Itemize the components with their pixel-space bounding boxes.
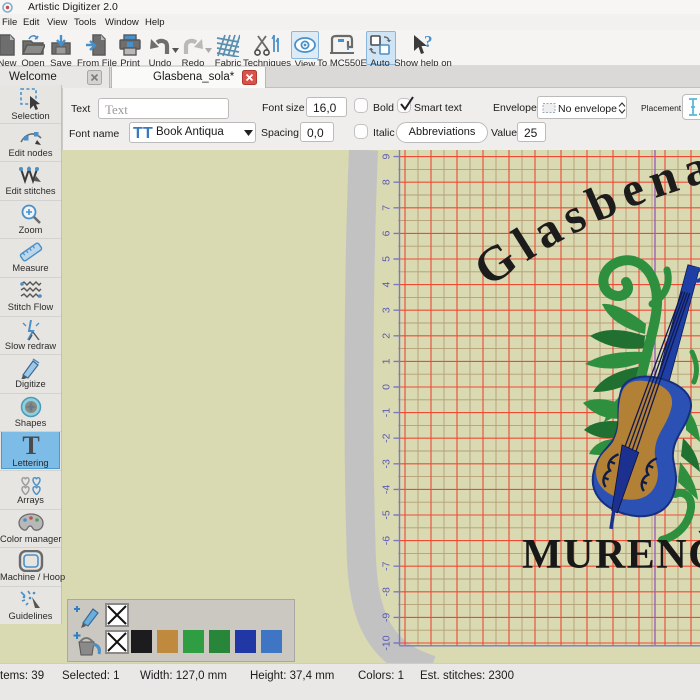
svg-text:-4: -4 xyxy=(381,485,393,494)
svg-text:4: 4 xyxy=(381,282,393,288)
svg-text:5: 5 xyxy=(381,256,393,262)
svg-text:-3: -3 xyxy=(381,459,393,468)
svg-text:T: T xyxy=(143,125,153,141)
svg-text:-7: -7 xyxy=(381,561,393,570)
svg-text:-8: -8 xyxy=(381,587,393,596)
svg-text:T: T xyxy=(22,434,39,458)
svg-text:6: 6 xyxy=(381,230,393,236)
svg-text:T: T xyxy=(133,125,143,141)
svg-text:-6: -6 xyxy=(381,536,393,545)
svg-text:-1: -1 xyxy=(381,408,393,417)
svg-text:-2: -2 xyxy=(381,433,393,442)
svg-text:3: 3 xyxy=(381,307,393,313)
svg-text:2: 2 xyxy=(381,333,393,339)
svg-text:-9: -9 xyxy=(381,613,393,622)
svg-text:9: 9 xyxy=(381,154,393,160)
svg-text:7: 7 xyxy=(381,205,393,211)
svg-text:?: ? xyxy=(424,33,433,51)
svg-text:-5: -5 xyxy=(381,510,393,519)
svg-text:MURENČKI: MURENČKI xyxy=(522,530,700,578)
svg-text:0: 0 xyxy=(381,384,393,390)
svg-text:1: 1 xyxy=(381,358,393,364)
svg-text:-10: -10 xyxy=(381,635,393,650)
svg-text:8: 8 xyxy=(381,179,393,185)
